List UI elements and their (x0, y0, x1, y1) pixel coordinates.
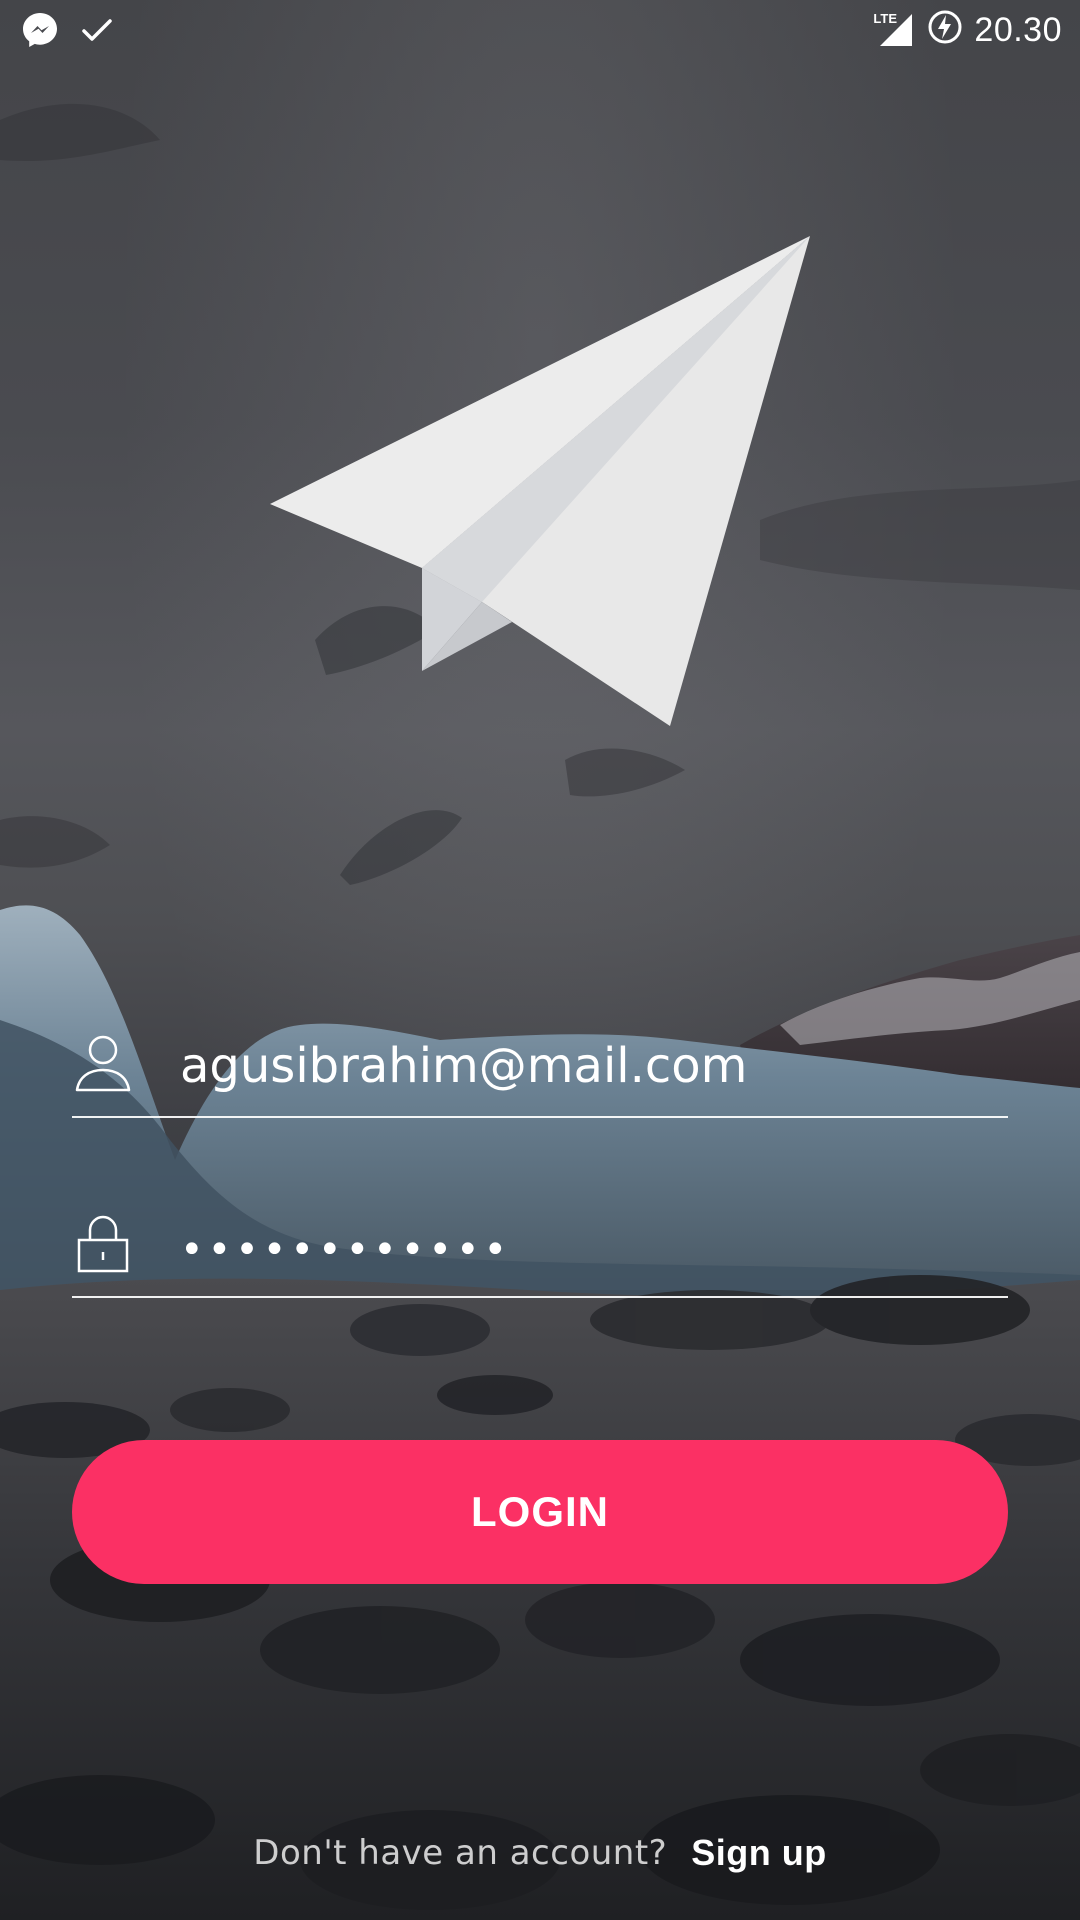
lte-signal-icon: LTE (873, 10, 916, 50)
status-time: 20.30 (974, 10, 1062, 49)
login-screen: LTE 20.30 agusibrahim@mail.com •••••••••… (0, 0, 1080, 1920)
status-bar: LTE 20.30 (0, 0, 1080, 58)
notification-icons (20, 10, 114, 55)
system-status: LTE 20.30 (873, 8, 1062, 51)
signup-link[interactable]: Sign up (691, 1833, 826, 1873)
paper-plane-logo (270, 236, 810, 726)
check-icon (80, 13, 114, 52)
email-input[interactable]: agusibrahim@mail.com (180, 1038, 747, 1094)
messenger-icon (20, 10, 60, 55)
email-field[interactable]: agusibrahim@mail.com (72, 1020, 1008, 1118)
signup-prompt-text: Don't have an account? (253, 1833, 668, 1873)
signup-prompt: Don't have an account? Sign up (0, 1830, 1080, 1876)
user-icon (72, 1032, 134, 1098)
lock-icon (72, 1212, 134, 1278)
login-button[interactable]: LOGIN (72, 1440, 1008, 1584)
battery-charging-icon (926, 8, 964, 51)
password-input[interactable]: •••••••••••• (180, 1226, 511, 1274)
password-field[interactable]: •••••••••••• (72, 1200, 1008, 1298)
network-type: LTE (873, 10, 897, 26)
